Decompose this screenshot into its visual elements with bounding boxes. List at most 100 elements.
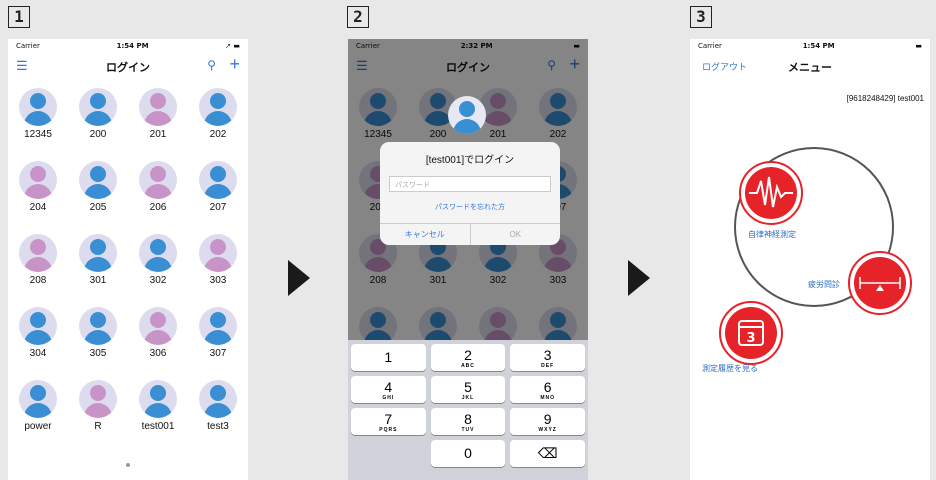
keypad-key[interactable]: 6 MNO bbox=[510, 376, 585, 403]
key-letters: GHI bbox=[382, 395, 395, 401]
user-grid: 12345 200 201 202 204 205 206 207 208 301 302 303 30… bbox=[8, 82, 248, 453]
history-button[interactable]: 3 bbox=[719, 301, 783, 365]
user-tile[interactable]: 304 bbox=[8, 307, 68, 380]
heartbeat-icon bbox=[749, 176, 793, 208]
user-tile[interactable]: 200 bbox=[68, 88, 128, 161]
keypad-key[interactable]: 0 bbox=[430, 440, 506, 467]
selected-user-avatar bbox=[448, 96, 486, 134]
user-name: 307 bbox=[209, 348, 227, 359]
keypad-key[interactable]: 8 TUV bbox=[430, 408, 506, 435]
keypad-key[interactable]: 7 PQRS bbox=[351, 408, 426, 435]
user-avatar-icon bbox=[79, 380, 117, 418]
key-digit: 2 bbox=[464, 347, 472, 363]
autonomic-measure-button[interactable] bbox=[739, 161, 803, 225]
keypad-key[interactable]: 4 GHI bbox=[351, 376, 426, 403]
user-avatar-icon bbox=[139, 307, 177, 345]
backspace-key[interactable]: ⌫ bbox=[510, 440, 585, 467]
key-digit: ⌫ bbox=[537, 445, 558, 461]
user-tile[interactable]: 306 bbox=[128, 307, 188, 380]
step-2-marker: 2 bbox=[347, 6, 369, 28]
user-tile[interactable]: test3 bbox=[188, 380, 248, 453]
user-name: 304 bbox=[29, 348, 47, 359]
user-tile[interactable]: 207 bbox=[188, 161, 248, 234]
user-name: 201 bbox=[149, 129, 167, 140]
key-digit: 3 bbox=[543, 347, 552, 363]
user-tile[interactable]: test001 bbox=[128, 380, 188, 453]
calendar-icon: 3 bbox=[738, 320, 764, 346]
user-tile[interactable]: 301 bbox=[68, 234, 128, 307]
history-label[interactable]: 測定履歴を見る bbox=[702, 363, 758, 374]
keypad-blank bbox=[351, 440, 426, 467]
page-indicator bbox=[126, 463, 130, 467]
user-avatar-icon bbox=[199, 234, 237, 272]
user-name: R bbox=[94, 421, 102, 432]
user-id-label: [9618248429] test001 bbox=[846, 94, 924, 103]
user-tile[interactable]: 204 bbox=[8, 161, 68, 234]
user-name: 208 bbox=[29, 275, 47, 286]
user-tile[interactable]: R bbox=[68, 380, 128, 453]
user-name: 202 bbox=[209, 129, 227, 140]
fatigue-questionnaire-button[interactable] bbox=[848, 251, 912, 315]
user-tile[interactable]: 12345 bbox=[8, 88, 68, 161]
user-tile[interactable]: power bbox=[8, 380, 68, 453]
fatigue-questionnaire-label[interactable]: 疲労問診 bbox=[808, 279, 840, 290]
search-icon[interactable]: ⚲ bbox=[207, 58, 216, 72]
keypad-key[interactable]: 1 bbox=[351, 344, 426, 371]
user-name: 306 bbox=[149, 348, 167, 359]
forgot-password-link[interactable]: パスワードを忘れた方 bbox=[380, 202, 560, 212]
key-letters: JKL bbox=[461, 395, 475, 401]
user-tile[interactable]: 205 bbox=[68, 161, 128, 234]
keypad-key[interactable]: 2 ABC bbox=[430, 344, 506, 371]
login-dialog: [test001]でログイン パスワード パスワードを忘れた方 キャンセル OK bbox=[380, 142, 560, 245]
user-name: 303 bbox=[209, 275, 227, 286]
password-input[interactable]: パスワード bbox=[389, 176, 551, 192]
user-name: test3 bbox=[207, 421, 229, 432]
user-name: 206 bbox=[149, 202, 167, 213]
user-tile[interactable]: 202 bbox=[188, 88, 248, 161]
user-name: 302 bbox=[149, 275, 167, 286]
user-avatar-icon bbox=[79, 307, 117, 345]
menu-screen: Carrier 1:54 PM ▬ ログアウト メニュー [9618248429… bbox=[690, 39, 930, 480]
key-digit: 9 bbox=[543, 411, 552, 427]
battery-icon: ▬ bbox=[915, 42, 922, 50]
key-letters: PQRS bbox=[379, 427, 398, 433]
clock: 1:54 PM bbox=[802, 42, 835, 50]
user-avatar-icon bbox=[19, 88, 57, 126]
ok-button[interactable]: OK bbox=[471, 224, 561, 245]
user-name: 12345 bbox=[24, 129, 52, 140]
key-digit: 4 bbox=[384, 379, 393, 395]
key-letters: DEF bbox=[541, 363, 555, 369]
user-name: 305 bbox=[89, 348, 107, 359]
arrow-icon bbox=[628, 260, 650, 296]
autonomic-measure-label[interactable]: 自律神経測定 bbox=[748, 229, 796, 240]
user-name: test001 bbox=[141, 421, 175, 432]
key-digit: 0 bbox=[464, 445, 472, 461]
key-digit: 5 bbox=[464, 379, 472, 395]
user-tile[interactable]: 201 bbox=[128, 88, 188, 161]
clock: 1:54 PM bbox=[116, 42, 149, 50]
user-tile[interactable]: 302 bbox=[128, 234, 188, 307]
user-tile[interactable]: 307 bbox=[188, 307, 248, 380]
keypad-key[interactable]: 9 WXYZ bbox=[510, 408, 585, 435]
carrier-label: Carrier bbox=[698, 42, 722, 50]
user-tile[interactable]: 208 bbox=[8, 234, 68, 307]
cancel-button[interactable]: キャンセル bbox=[380, 224, 471, 245]
keypad-key[interactable]: 5 JKL bbox=[430, 376, 506, 403]
user-avatar-icon bbox=[139, 380, 177, 418]
user-avatar-icon bbox=[19, 380, 57, 418]
status-bar: Carrier 1:54 PM ➚ ▬ bbox=[8, 39, 248, 53]
user-avatar-icon bbox=[139, 88, 177, 126]
nav-bar: ログアウト メニュー bbox=[690, 53, 930, 80]
user-tile[interactable]: 206 bbox=[128, 161, 188, 234]
user-avatar-icon bbox=[79, 88, 117, 126]
key-letters: ABC bbox=[461, 363, 475, 369]
user-avatar-icon bbox=[79, 234, 117, 272]
keypad-key[interactable]: 3 DEF bbox=[510, 344, 585, 371]
user-tile[interactable]: 305 bbox=[68, 307, 128, 380]
user-tile[interactable]: 303 bbox=[188, 234, 248, 307]
user-name: 207 bbox=[209, 202, 227, 213]
battery-icon: ➚ ▬ bbox=[225, 42, 240, 50]
page-title: メニュー bbox=[788, 62, 832, 74]
add-icon[interactable]: + bbox=[229, 54, 240, 75]
nav-bar: ☰ ログイン ⚲ + bbox=[8, 53, 248, 80]
